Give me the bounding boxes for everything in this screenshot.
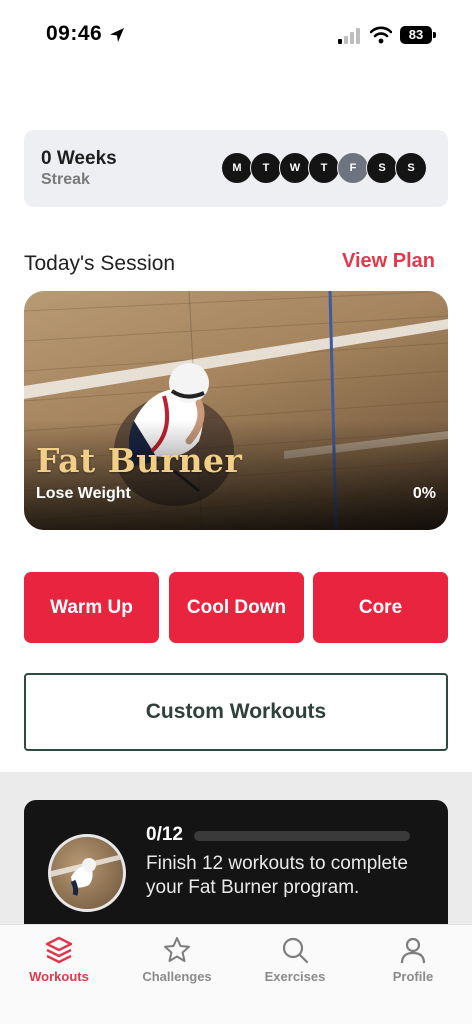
tab-workouts[interactable]: Workouts — [0, 925, 118, 1024]
program-thumbnail — [48, 834, 126, 912]
battery-indicator: 83 — [400, 26, 436, 44]
program-description: Finish 12 workouts to complete your Fat … — [146, 853, 408, 898]
tab-challenges[interactable]: Challenges — [118, 925, 236, 1024]
day-dot-thu: T — [308, 152, 340, 184]
warm-up-button[interactable]: Warm Up — [24, 572, 159, 643]
day-dot-mon: M — [221, 152, 253, 184]
tab-exercises[interactable]: Exercises — [236, 925, 354, 1024]
program-subtitle: Lose Weight — [36, 485, 131, 502]
search-icon — [282, 937, 309, 964]
status-time: 09:46 — [46, 22, 103, 45]
day-dot-fri: F — [337, 152, 369, 184]
bottom-tab-bar: Workouts Challenges Exercises Profile — [0, 924, 472, 1024]
location-arrow-icon — [110, 28, 124, 42]
program-progress-card[interactable]: 0/12 Finish 12 workouts to complete your… — [24, 800, 448, 940]
streak-card[interactable]: 0 Weeks Streak M T W T F S S — [24, 130, 448, 207]
streak-weeks: 0 Weeks — [41, 148, 117, 169]
day-dot-sat: S — [366, 152, 398, 184]
weekday-dots: M T W T F S S — [221, 152, 427, 184]
program-progress-percent: 0% — [412, 485, 436, 502]
workouts-completed-count: 0/12 — [146, 824, 183, 845]
tab-profile[interactable]: Profile — [354, 925, 472, 1024]
tab-workouts-label: Workouts — [29, 969, 89, 984]
day-dot-tue: T — [250, 152, 282, 184]
cool-down-button[interactable]: Cool Down — [169, 572, 304, 643]
layers-icon — [45, 936, 73, 964]
cellular-signal-icon — [338, 28, 360, 44]
wifi-icon — [370, 26, 392, 44]
day-dot-sun: S — [395, 152, 427, 184]
day-dot-wed: W — [279, 152, 311, 184]
custom-workouts-button[interactable]: Custom Workouts — [24, 673, 448, 751]
streak-label: Streak — [41, 171, 90, 188]
status-bar: 09:46 83 — [0, 0, 472, 70]
session-hero-card[interactable]: Fat Burner Lose Weight 0% — [24, 291, 448, 530]
core-button[interactable]: Core — [313, 572, 448, 643]
tab-exercises-label: Exercises — [264, 969, 326, 984]
tab-profile-label: Profile — [392, 969, 434, 984]
program-title: Fat Burner — [36, 441, 243, 480]
program-progress-bar — [194, 831, 410, 841]
star-icon — [164, 937, 190, 962]
todays-session-title: Today's Session — [24, 252, 176, 275]
view-plan-link[interactable]: View Plan — [342, 250, 435, 273]
user-icon — [400, 937, 426, 964]
tab-challenges-label: Challenges — [142, 969, 212, 984]
